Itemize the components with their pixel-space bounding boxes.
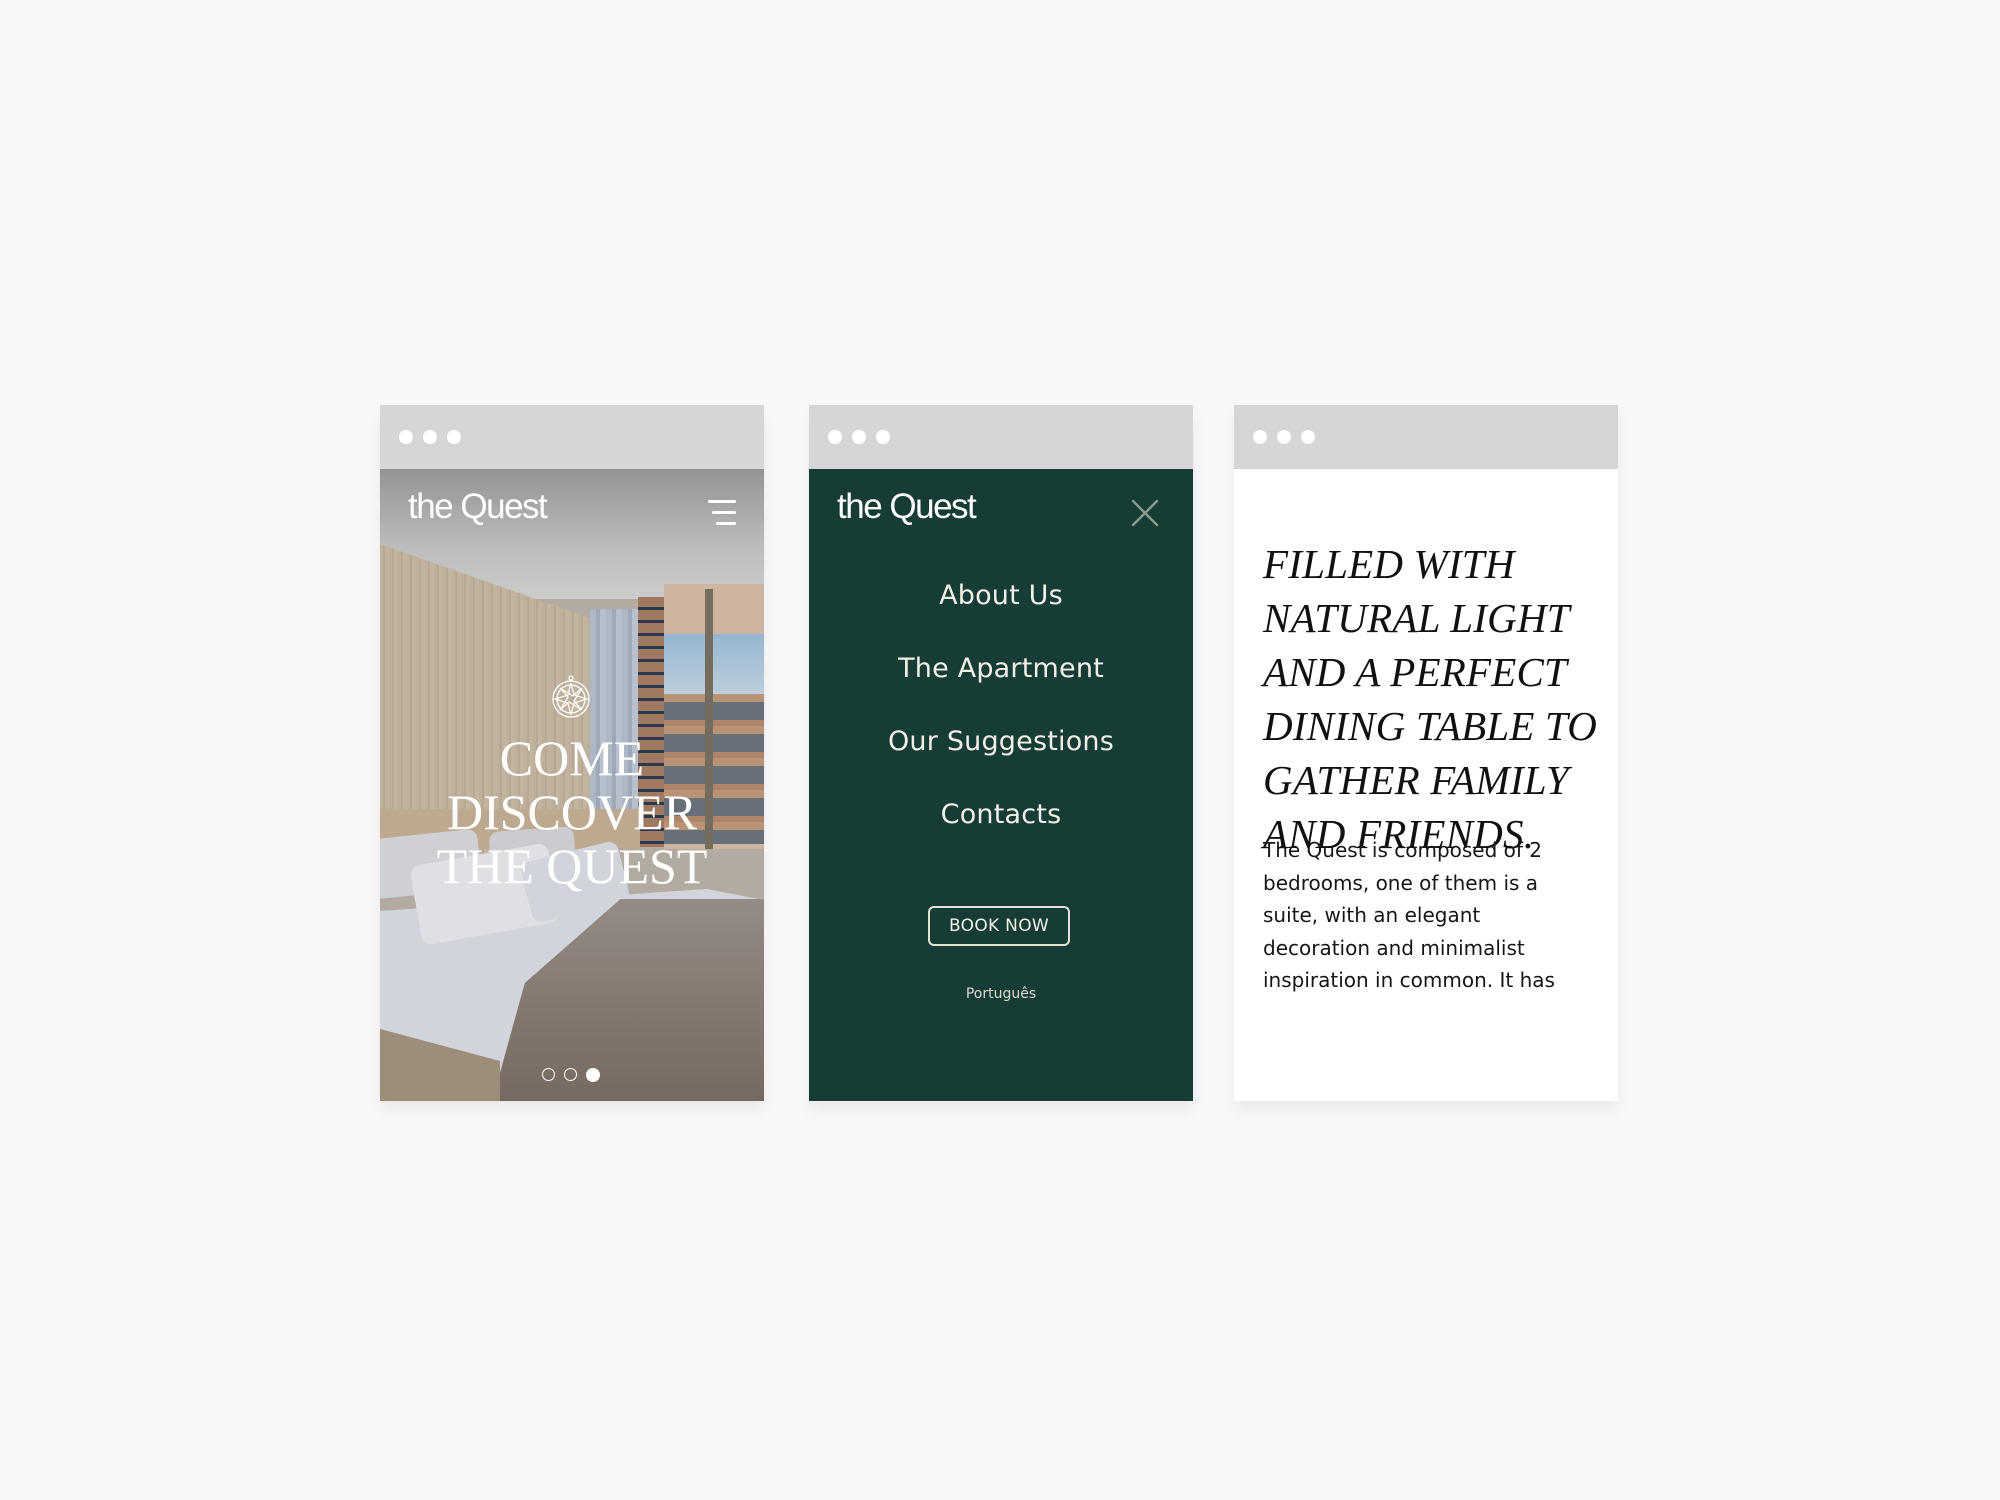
hero-title-line: THE QUEST <box>436 838 708 894</box>
paragraph-line: The Quest is composed of 2 <box>1263 838 1543 862</box>
quote-line: GATHER FAMILY <box>1263 757 1569 803</box>
window-dot-icon <box>423 430 437 444</box>
close-icon[interactable] <box>1131 499 1159 527</box>
feature-quote: FILLED WITH NATURAL LIGHT AND A PERFECT … <box>1263 537 1597 861</box>
mobile-mockup-home: the Quest COME DISCOVER THE QUEST <box>380 405 764 1101</box>
nav-item-our-suggestions[interactable]: Our Suggestions <box>809 725 1193 798</box>
window-dot-icon <box>852 430 866 444</box>
language-switch-link[interactable]: Português <box>809 986 1193 1002</box>
paragraph-line: decoration and minimalist <box>1263 935 1525 960</box>
slide-dot-2[interactable] <box>564 1068 577 1081</box>
nav-item-about-us[interactable]: About Us <box>809 579 1193 652</box>
browser-bar <box>809 405 1193 469</box>
compass-rose-icon <box>552 675 590 718</box>
paragraph-line: bedrooms, one of them is a <box>1263 870 1539 895</box>
mobile-mockup-menu: the Quest About Us The Apartment Our Sug… <box>809 405 1193 1101</box>
hero-title-line: DISCOVER <box>446 784 698 840</box>
browser-bar <box>380 405 764 469</box>
hamburger-menu-icon[interactable] <box>706 500 736 526</box>
paragraph-line: suite, with an elegant <box>1263 903 1481 927</box>
window-dot-icon <box>828 430 842 444</box>
logo[interactable]: the Quest <box>837 487 977 527</box>
slide-pager <box>542 1067 600 1082</box>
hero-title: COME DISCOVER THE QUEST <box>380 731 764 893</box>
hero-title-line: COME <box>499 730 645 786</box>
book-now-button[interactable]: BOOK NOW <box>928 906 1070 946</box>
hero-section: the Quest COME DISCOVER THE QUEST <box>380 469 764 1101</box>
window-dot-icon <box>1277 430 1291 444</box>
window-dot-icon <box>876 430 890 444</box>
browser-bar <box>1234 405 1618 469</box>
window-dot-icon <box>399 430 413 444</box>
menu-overlay: the Quest About Us The Apartment Our Sug… <box>809 469 1193 1101</box>
window-dot-icon <box>447 430 461 444</box>
main-nav: About Us The Apartment Our Suggestions C… <box>809 579 1193 871</box>
nav-item-contacts[interactable]: Contacts <box>809 798 1193 871</box>
apartment-section: FILLED WITH NATURAL LIGHT AND A PERFECT … <box>1234 469 1618 1101</box>
slide-dot-3-active[interactable] <box>586 1067 600 1082</box>
quote-line: NATURAL LIGHT <box>1263 595 1570 641</box>
window-dot-icon <box>1301 430 1315 444</box>
nav-item-the-apartment[interactable]: The Apartment <box>809 652 1193 725</box>
quote-line: FILLED WITH <box>1263 541 1515 587</box>
description-paragraph: The Quest is composed of 2 bedrooms, one… <box>1263 834 1603 997</box>
slide-dot-1[interactable] <box>542 1068 555 1081</box>
quote-line: DINING TABLE TO <box>1263 703 1598 749</box>
paragraph-line: inspiration in common. It has <box>1263 968 1555 992</box>
mobile-mockup-apartment: FILLED WITH NATURAL LIGHT AND A PERFECT … <box>1234 405 1618 1101</box>
window-dot-icon <box>1253 430 1267 444</box>
logo[interactable]: the Quest <box>408 487 548 527</box>
quote-line: AND A PERFECT <box>1263 649 1568 695</box>
